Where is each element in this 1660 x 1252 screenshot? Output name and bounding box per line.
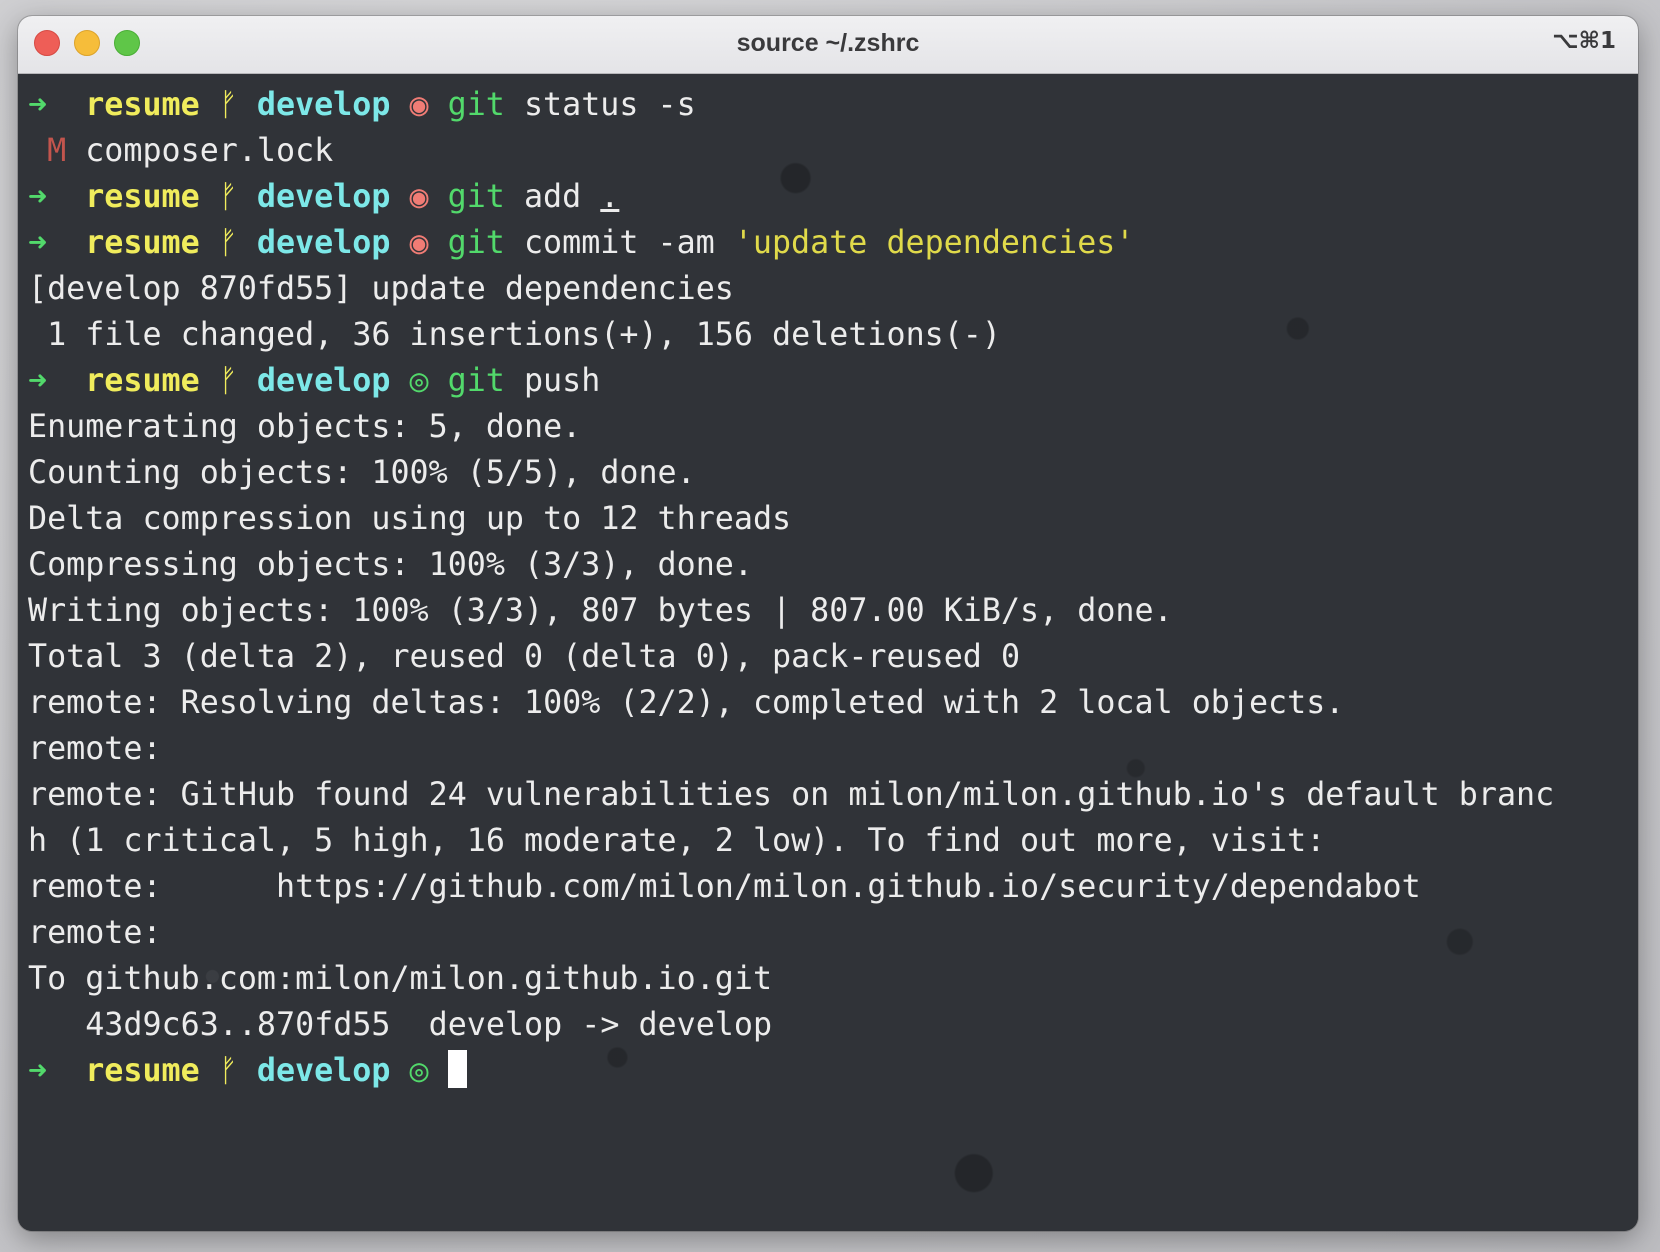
output-line: Counting objects: 100% (5/5), done.: [28, 455, 696, 491]
output-line: 43d9c63..870fd55 develop -> develop: [28, 1007, 773, 1043]
prompt-arrow-icon: ➜: [28, 87, 48, 123]
output-line: Compressing objects: 100% (3/3), done.: [28, 547, 753, 583]
modified-flag: M: [47, 133, 67, 169]
output-line: remote:: [28, 915, 162, 951]
commit-message-string: 'update dependencies': [733, 225, 1135, 261]
clean-status-icon: ◎: [409, 363, 429, 399]
prompt-directory: resume: [85, 363, 200, 399]
modified-file: composer.lock: [66, 133, 334, 169]
prompt-branch: develop: [256, 179, 391, 215]
prompt-line: ➜ resume ᚠ develop ◎: [28, 1048, 1554, 1094]
prompt-line: ➜ resume ᚠ develop ◉ git commit -am 'upd…: [28, 220, 1554, 266]
terminal-content[interactable]: ➜ resume ᚠ develop ◉ git status -s M com…: [18, 74, 1638, 1231]
output-line: Delta compression using up to 12 threads: [28, 501, 792, 537]
dirty-status-icon: ◉: [409, 87, 429, 123]
prompt-arrow-icon: ➜: [28, 225, 48, 261]
prompt-arrow-icon: ➜: [28, 363, 48, 399]
output-line: To github.com:milon/milon.github.io.git: [28, 961, 773, 997]
git-branch-icon: ᚠ: [218, 363, 238, 399]
text-cursor[interactable]: [447, 1050, 467, 1088]
prompt-arrow-icon: ➜: [28, 1053, 48, 1089]
output-line: Enumerating objects: 5, done.: [28, 409, 582, 445]
prompt-arrow-icon: ➜: [28, 179, 48, 215]
output-line: remote:: [28, 731, 162, 767]
output-line: 1 file changed, 36 insertions(+), 156 de…: [28, 317, 1001, 353]
prompt-directory: resume: [85, 179, 200, 215]
output-line: Writing objects: 100% (3/3), 807 bytes |…: [28, 593, 1173, 629]
dirty-status-icon: ◉: [409, 225, 429, 261]
terminal-output[interactable]: ➜ resume ᚠ develop ◉ git status -s M com…: [28, 82, 1554, 1094]
prompt-directory: resume: [85, 1053, 200, 1089]
prompt-directory: resume: [85, 87, 200, 123]
prompt-line: ➜ resume ᚠ develop ◎ git push: [28, 358, 1554, 404]
command-args: push: [504, 363, 601, 399]
prompt-line: ➜ resume ᚠ develop ◉ git add .: [28, 174, 1554, 220]
terminal-window: source ~/.zshrc ⌥⌘1 ➜ resume ᚠ develop ◉…: [18, 16, 1638, 1231]
git-branch-icon: ᚠ: [218, 1053, 238, 1089]
prompt-line: ➜ resume ᚠ develop ◉ git status -s: [28, 82, 1554, 128]
output-line: M composer.lock: [28, 128, 1554, 174]
command-args: add: [504, 179, 601, 215]
prompt-branch: develop: [256, 225, 391, 261]
git-branch-icon: ᚠ: [218, 87, 238, 123]
title-bar[interactable]: source ~/.zshrc ⌥⌘1: [18, 16, 1638, 74]
output-line: Total 3 (delta 2), reused 0 (delta 0), p…: [28, 639, 1021, 675]
prompt-directory: resume: [85, 225, 200, 261]
command-git: git: [447, 363, 505, 399]
command-args: status -s: [504, 87, 696, 123]
command-git: git: [447, 225, 505, 261]
clean-status-icon: ◎: [409, 1053, 429, 1089]
command-args: commit -am: [504, 225, 734, 261]
tab-shortcut-label: ⌥⌘1: [1552, 28, 1616, 54]
prompt-branch: develop: [256, 1053, 391, 1089]
command-path-arg: .: [600, 179, 620, 215]
output-line: [develop 870fd55] update dependencies: [28, 271, 734, 307]
output-line: remote: GitHub found 24 vulnerabilities …: [28, 777, 1555, 813]
dirty-status-icon: ◉: [409, 179, 429, 215]
command-git: git: [447, 179, 505, 215]
output-line: remote: Resolving deltas: 100% (2/2), co…: [28, 685, 1345, 721]
window-title: source ~/.zshrc: [736, 29, 920, 57]
command-git: git: [447, 87, 505, 123]
git-branch-icon: ᚠ: [218, 179, 238, 215]
prompt-branch: develop: [256, 87, 391, 123]
output-line: remote: https://github.com/milon/milon.g…: [28, 869, 1421, 905]
output-line: h (1 critical, 5 high, 16 moderate, 2 lo…: [28, 823, 1326, 859]
prompt-branch: develop: [256, 363, 391, 399]
git-branch-icon: ᚠ: [218, 225, 238, 261]
